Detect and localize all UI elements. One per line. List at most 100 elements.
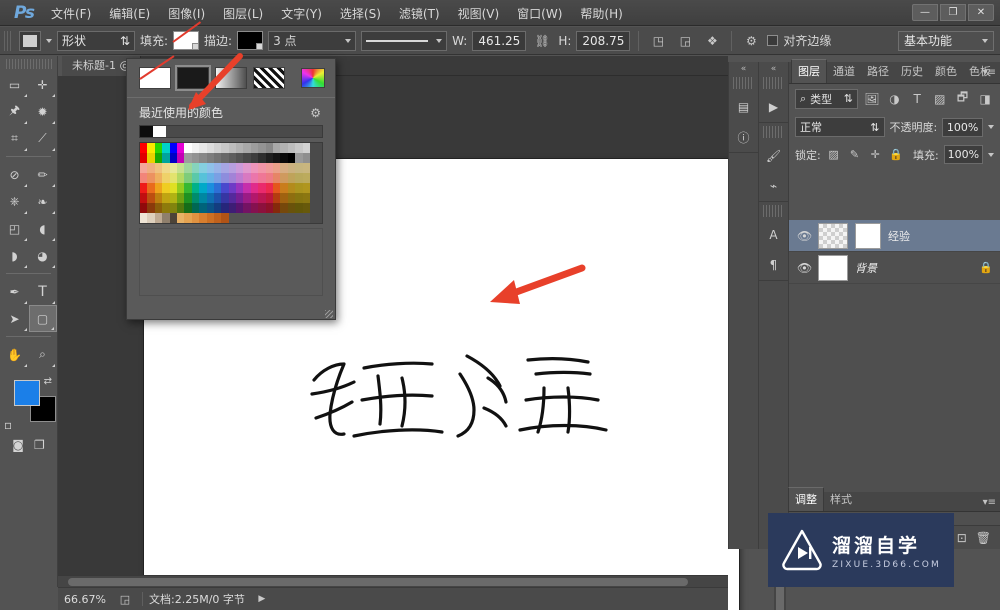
color-swatch[interactable] xyxy=(162,143,170,153)
filter-pixel-icon[interactable]: 🖼 xyxy=(863,88,881,109)
color-swatch[interactable] xyxy=(250,163,259,173)
play-action-icon[interactable]: ▶ xyxy=(759,92,788,122)
color-swatch[interactable] xyxy=(140,203,148,213)
status-menu-arrow-icon[interactable]: ▶ xyxy=(251,589,273,610)
color-swatch[interactable] xyxy=(184,183,192,193)
color-swatch[interactable] xyxy=(213,163,222,173)
color-swatch[interactable] xyxy=(221,183,229,193)
color-swatch[interactable] xyxy=(221,143,229,153)
color-swatch[interactable] xyxy=(287,193,296,203)
color-swatch[interactable] xyxy=(295,213,303,223)
color-swatch[interactable] xyxy=(206,203,214,213)
menu-item-window[interactable]: 窗口(W) xyxy=(508,1,571,26)
color-swatch[interactable] xyxy=(265,163,274,173)
blur-tool[interactable]: ◗ xyxy=(1,242,29,269)
magic-wand-tool[interactable]: ✹ xyxy=(29,98,57,125)
color-swatch[interactable] xyxy=(162,213,170,223)
color-swatch[interactable] xyxy=(287,213,296,223)
tab-history[interactable]: 历史 xyxy=(895,60,929,83)
color-swatch[interactable] xyxy=(147,183,155,193)
tools-panel-grip[interactable] xyxy=(5,59,52,69)
vector-mask-thumbnail[interactable] xyxy=(855,222,881,249)
gradient-tool[interactable]: ◖ xyxy=(29,215,57,242)
color-swatch[interactable] xyxy=(273,183,281,193)
color-swatch[interactable] xyxy=(295,193,303,203)
color-swatch[interactable] xyxy=(140,163,148,173)
color-swatch[interactable] xyxy=(221,203,229,213)
lock-image-icon[interactable]: ✎ xyxy=(847,146,863,163)
color-swatch[interactable] xyxy=(250,173,259,183)
color-swatch[interactable] xyxy=(228,143,237,153)
color-swatch[interactable] xyxy=(243,143,251,153)
color-swatch[interactable] xyxy=(169,143,177,153)
shape-layer-thumbnail[interactable] xyxy=(818,222,848,249)
link-icon[interactable]: ⛓ xyxy=(531,30,553,51)
color-swatch[interactable] xyxy=(287,183,296,193)
options-bar-grip[interactable] xyxy=(4,30,12,51)
marquee-tool[interactable]: ▭ xyxy=(1,71,29,98)
filter-shape-icon[interactable]: ▨ xyxy=(931,88,949,109)
menu-item-select[interactable]: 选择(S) xyxy=(331,1,390,26)
color-swatch[interactable] xyxy=(147,163,155,173)
color-swatch[interactable] xyxy=(302,203,310,213)
quick-mask-icon[interactable]: ◙ xyxy=(12,438,24,452)
menu-item-edit[interactable]: 编辑(E) xyxy=(100,1,159,26)
eraser-tool[interactable]: ◰ xyxy=(1,215,29,242)
default-colors-icon[interactable]: ▫ xyxy=(4,418,12,432)
tab-color[interactable]: 颜色 xyxy=(929,60,963,83)
color-swatch[interactable] xyxy=(169,203,177,213)
swatches-grid[interactable] xyxy=(140,143,322,223)
gear-icon[interactable]: ⚙ xyxy=(310,106,321,120)
color-swatch[interactable] xyxy=(154,143,163,153)
crop-tool[interactable]: ⌗ xyxy=(1,125,29,152)
color-swatch[interactable] xyxy=(236,163,244,173)
menu-item-view[interactable]: 视图(V) xyxy=(449,1,509,26)
gear-icon[interactable]: ⚙ xyxy=(740,30,762,51)
color-swatch[interactable] xyxy=(273,213,281,223)
tool-presets-icon[interactable]: ⌁ xyxy=(759,171,788,201)
color-swatch[interactable] xyxy=(206,193,214,203)
color-swatch[interactable] xyxy=(176,213,185,223)
layer-name[interactable]: 经验 xyxy=(888,228,910,244)
restore-button[interactable]: ❐ xyxy=(940,4,966,21)
color-swatch[interactable] xyxy=(140,173,148,183)
clone-stamp-tool[interactable]: ⎈ xyxy=(1,188,29,215)
color-swatch[interactable] xyxy=(140,143,148,153)
color-swatch[interactable] xyxy=(273,143,281,153)
color-swatch[interactable] xyxy=(273,163,281,173)
color-swatch[interactable] xyxy=(154,163,163,173)
color-swatch[interactable] xyxy=(265,153,274,163)
color-swatch[interactable] xyxy=(221,213,229,223)
fill-input[interactable]: 100% xyxy=(943,145,983,164)
color-swatch[interactable] xyxy=(250,203,259,213)
color-swatch[interactable] xyxy=(154,183,163,193)
color-swatch[interactable] xyxy=(169,193,177,203)
color-swatch[interactable] xyxy=(184,163,192,173)
menu-item-filter[interactable]: 滤镜(T) xyxy=(390,1,449,26)
stroke-color-popup[interactable]: 最近使用的颜色 ⚙ xyxy=(126,58,336,320)
fill-mode-solid-color[interactable] xyxy=(175,65,211,91)
color-swatch[interactable] xyxy=(228,183,237,193)
menu-item-image[interactable]: 图像(I) xyxy=(159,1,214,26)
rectangle-shape-tool[interactable]: ▢ xyxy=(28,305,57,332)
color-swatch[interactable] xyxy=(295,163,303,173)
color-swatch[interactable] xyxy=(176,153,185,163)
layer-filter-select[interactable]: ⌕ 类型 ⇅ xyxy=(795,88,858,109)
color-swatch[interactable] xyxy=(280,183,288,193)
menu-item-layer[interactable]: 图层(L) xyxy=(214,1,272,26)
color-swatch[interactable] xyxy=(140,193,148,203)
layer-visibility-icon[interactable]: 👁 xyxy=(797,229,812,243)
collapse-panels-icon[interactable]: « xyxy=(729,62,758,74)
color-swatch[interactable] xyxy=(199,203,207,213)
chevron-down-icon[interactable] xyxy=(988,152,994,157)
color-swatch[interactable] xyxy=(184,203,192,213)
color-swatch[interactable] xyxy=(280,213,288,223)
lock-transparent-icon[interactable]: ▨ xyxy=(826,146,842,163)
new-layer-icon[interactable]: ⊡ xyxy=(957,531,967,545)
color-swatch[interactable] xyxy=(258,183,266,193)
color-swatch[interactable] xyxy=(273,173,281,183)
shape-mode-select[interactable]: 形状 ⇅ xyxy=(57,30,135,51)
tab-layers[interactable]: 图层 xyxy=(791,59,827,83)
minimize-button[interactable]: — xyxy=(912,4,938,21)
tab-channels[interactable]: 通道 xyxy=(827,60,861,83)
